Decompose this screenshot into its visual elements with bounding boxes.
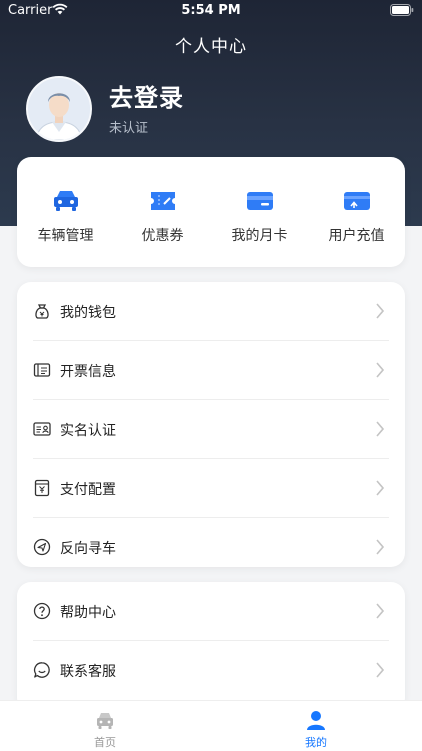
battery-icon	[390, 4, 414, 16]
status-time: 5:54 PM	[181, 3, 241, 18]
wallet-icon	[35, 304, 49, 319]
user-icon	[307, 711, 325, 730]
tab-bar: 首页 我的	[0, 700, 422, 751]
quick-action-monthly-card[interactable]: 我的月卡	[211, 187, 308, 245]
quick-action-coupons[interactable]: 优惠券	[114, 187, 211, 245]
chevron-right-icon	[376, 662, 385, 678]
quick-action-label: 车辆管理	[37, 228, 94, 244]
monthly-card-icon	[246, 192, 273, 210]
auth-status: 未认证	[109, 121, 149, 136]
menu-item-label: 实名认证	[60, 423, 116, 439]
menu-item-help-center[interactable]: 帮助中心	[17, 582, 405, 641]
car-icon	[53, 191, 78, 211]
help-icon	[33, 602, 51, 620]
recharge-icon	[343, 192, 370, 210]
tab-home[interactable]: 首页	[65, 709, 145, 750]
chevron-right-icon	[376, 603, 385, 619]
menu-item-payment-config[interactable]: 支付配置	[17, 459, 405, 518]
menu-item-customer-service[interactable]: 联系客服	[17, 641, 405, 700]
status-bar: Carrier 5:54 PM	[0, 0, 422, 22]
quick-action-label: 优惠券	[141, 228, 184, 244]
tab-label: 我的	[305, 736, 327, 749]
login-link[interactable]: 去登录	[109, 78, 184, 113]
payment-config-icon	[34, 479, 50, 497]
menu-item-label: 联系客服	[60, 664, 116, 680]
chevron-right-icon	[376, 421, 385, 437]
tab-label: 首页	[94, 736, 116, 749]
invoice-icon	[33, 363, 51, 377]
quick-action-recharge[interactable]: 用户充值	[308, 187, 405, 245]
menu-item-real-name-auth[interactable]: 实名认证	[17, 400, 405, 459]
menu-item-label: 开票信息	[60, 364, 116, 380]
menu-item-label: 帮助中心	[60, 605, 116, 621]
quick-actions-card: 车辆管理 优惠券 我的月卡 用户充值	[17, 157, 405, 267]
chevron-right-icon	[376, 362, 385, 378]
avatar-person-icon	[28, 78, 90, 140]
menu-card-account: 我的钱包 开票信息 实名认证 支付配置 反向寻车	[17, 282, 405, 567]
find-car-icon	[33, 538, 51, 556]
menu-item-label: 支付配置	[60, 482, 116, 498]
chevron-right-icon	[376, 303, 385, 319]
page-title: 个人中心	[175, 37, 247, 57]
quick-action-label: 用户充值	[328, 228, 385, 244]
avatar[interactable]	[26, 76, 92, 142]
home-car-icon	[97, 713, 113, 729]
menu-item-label: 反向寻车	[60, 541, 116, 557]
chevron-right-icon	[376, 480, 385, 496]
menu-item-wallet[interactable]: 我的钱包	[17, 282, 405, 341]
menu-item-invoice[interactable]: 开票信息	[17, 341, 405, 400]
customer-service-icon	[33, 662, 50, 678]
id-card-icon	[33, 422, 51, 436]
quick-action-vehicle-management[interactable]: 车辆管理	[17, 187, 114, 245]
chevron-right-icon	[376, 539, 385, 555]
menu-item-label: 我的钱包	[60, 305, 116, 321]
menu-card-support: 帮助中心 联系客服	[17, 582, 405, 712]
tab-mine[interactable]: 我的	[276, 709, 356, 750]
coupon-icon	[150, 192, 175, 210]
menu-item-find-car[interactable]: 反向寻车	[17, 518, 405, 577]
quick-action-label: 我的月卡	[231, 228, 288, 244]
